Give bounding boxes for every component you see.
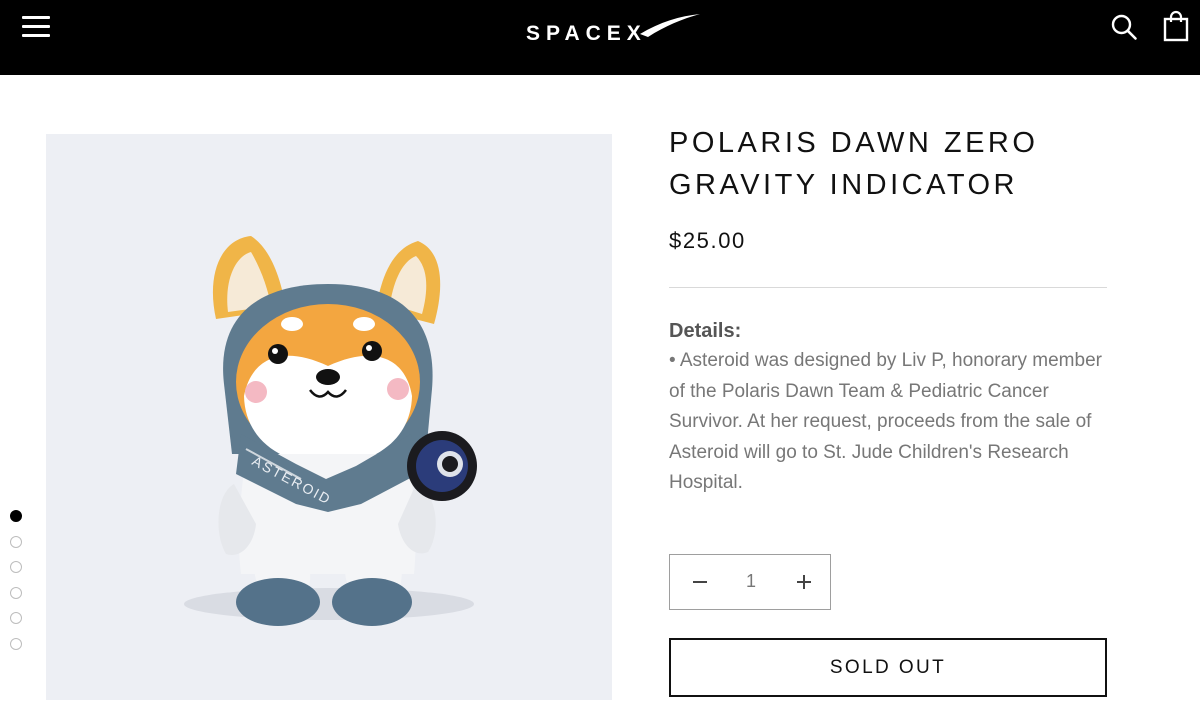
quantity-input[interactable] (726, 555, 776, 608)
gallery-dot-2[interactable] (10, 536, 22, 548)
plus-icon[interactable] (774, 555, 830, 608)
gallery-dot-3[interactable] (10, 561, 22, 573)
product-title: POLARIS DAWN ZERO GRAVITY INDICATOR (669, 127, 1039, 201)
details-description: • Asteroid was designed by Liv P, honora… (669, 350, 1102, 493)
site-header: SPACEX (0, 0, 1200, 75)
product-image[interactable]: ASTEROID (46, 134, 612, 700)
gallery-dot-1[interactable] (10, 510, 22, 522)
product-price: $25.00 (669, 228, 746, 253)
gallery-dot-6[interactable] (10, 638, 22, 650)
gallery-dot-5[interactable] (10, 612, 22, 624)
minus-icon[interactable] (670, 555, 726, 608)
spacex-logo[interactable]: SPACEX (520, 10, 705, 46)
gallery-dot-4[interactable] (10, 587, 22, 599)
shopping-bag-icon[interactable] (1162, 10, 1190, 42)
hamburger-menu-icon[interactable] (22, 14, 52, 40)
sold-out-button[interactable]: SOLD OUT (669, 638, 1107, 697)
plush-toy-illustration: ASTEROID (184, 236, 477, 626)
search-icon[interactable] (1110, 13, 1138, 41)
details-heading: Details: (669, 320, 742, 342)
quantity-stepper (669, 554, 831, 610)
svg-text:SPACEX: SPACEX (526, 22, 647, 45)
section-divider (669, 287, 1107, 288)
